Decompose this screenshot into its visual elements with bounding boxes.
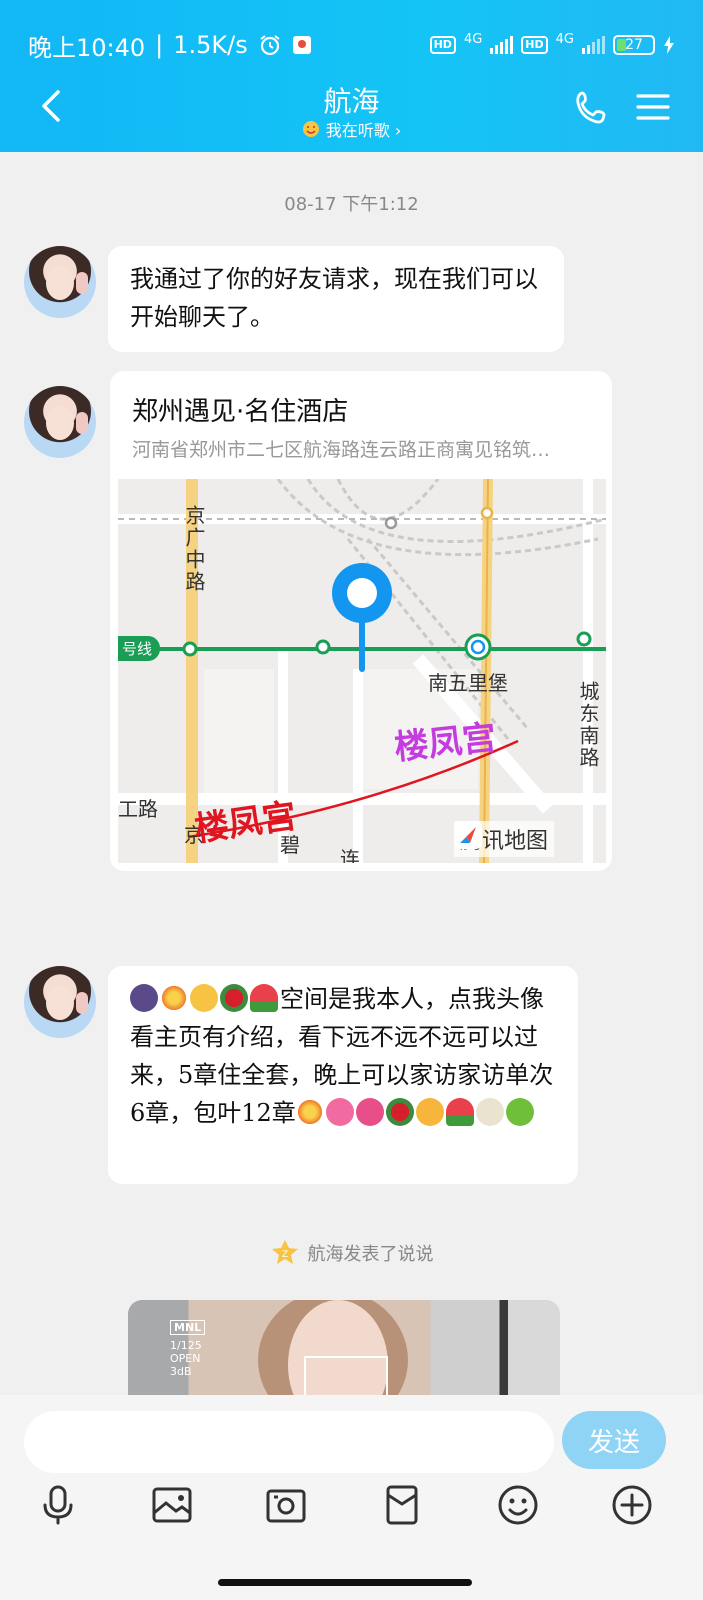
emoji-sun-icon <box>415 1098 444 1126</box>
charging-icon <box>664 36 674 54</box>
avatar[interactable] <box>24 246 96 318</box>
notice-text: 航海发表了说说 <box>307 1244 434 1265</box>
hd-badge: HD <box>429 36 456 54</box>
avatar[interactable] <box>24 966 96 1038</box>
emoji-watermelon-icon <box>445 1098 474 1126</box>
location-address: 河南省郑州市二七区航海路连云路正商寓见铭筑… <box>132 439 551 461</box>
message-timestamp: 08-17 下午1:12 <box>284 194 419 215</box>
qzone-star-icon: Z <box>271 1240 298 1264</box>
tencent-map-icon <box>454 821 482 849</box>
hd-badge: HD <box>521 36 548 54</box>
network-type: 4G <box>463 31 483 47</box>
battery-icon: 27 <box>613 35 655 55</box>
svg-text:Z: Z <box>281 1250 287 1260</box>
music-emoji-icon <box>302 121 319 137</box>
image-icon[interactable] <box>150 1483 194 1527</box>
emoji-heart-icon <box>325 1098 354 1126</box>
menu-icon[interactable] <box>636 92 670 122</box>
red-packet-icon[interactable] <box>380 1483 424 1527</box>
chat-header: 晚上10:40 | 1.5K/s HD 4G HD 4G 27 航海 我在听歌 … <box>0 0 703 152</box>
send-button[interactable]: 发送 <box>562 1411 666 1469</box>
camera-icon[interactable] <box>264 1483 308 1527</box>
avatar[interactable] <box>24 386 96 458</box>
plus-icon[interactable] <box>610 1483 654 1527</box>
emoji-couple-icon <box>130 984 158 1012</box>
location-map[interactable]: 京广中路 南五里堡 城东南路 号线 工路 碧 连 京 楼凤宫 楼凤宫 腾讯地图 <box>118 479 606 863</box>
emoji-firework-icon <box>160 984 188 1012</box>
emoji-icon[interactable] <box>496 1483 540 1527</box>
home-indicator[interactable] <box>218 1579 472 1586</box>
emoji-rose-icon <box>385 1098 414 1126</box>
emoji-face-icon <box>190 984 218 1012</box>
message-bubble[interactable]: 空间是我本人，点我头像看主页有介绍，看下远不远不远可以过来，5章住全套，晚上可以… <box>108 966 578 1184</box>
network-type: 4G <box>555 31 574 47</box>
signal-icon <box>582 36 605 54</box>
input-bar: 发送 <box>0 1395 703 1600</box>
moments-notice[interactable]: Z 航海发表了说说 <box>0 1238 703 1268</box>
message-bubble[interactable]: 我通过了你的好友请求，现在我们可以开始聊天了。 <box>108 246 564 352</box>
alarm-icon <box>260 35 280 56</box>
phone-icon[interactable] <box>572 88 612 128</box>
message-input[interactable] <box>24 1411 554 1473</box>
status-text: 我在听歌 › <box>325 121 402 140</box>
map-label: 连 <box>340 847 360 863</box>
metro-line-badge: 号线 <box>118 636 161 661</box>
map-label: 城东南路 <box>576 681 600 769</box>
map-label: 南五里堡 <box>428 671 508 695</box>
emoji-rose-icon <box>220 984 248 1012</box>
app-notification-icon <box>292 36 311 54</box>
emoji-watermelon-icon <box>250 984 278 1012</box>
map-provider: 腾讯地图 <box>454 821 555 857</box>
network-speed: 1.5K/s <box>173 31 248 59</box>
location-card[interactable]: 郑州遇见·名住酒店 河南省郑州市二七区航海路连云路正商寓见铭筑… 京广中路 南五… <box>110 371 612 871</box>
map-label: 工路 <box>118 797 158 821</box>
camera-osd: MNL 1/125 OPEN 3dB <box>170 1320 206 1378</box>
status-bar: 晚上10:40 | 1.5K/s HD 4G HD 4G 27 <box>28 28 675 62</box>
emoji-person-icon <box>505 1098 534 1126</box>
microphone-icon[interactable] <box>36 1483 80 1527</box>
map-label: 京广中路 <box>182 505 206 593</box>
emoji-gift-heart-icon <box>355 1098 384 1126</box>
status-time: 晚上10:40 <box>28 33 146 62</box>
location-name: 郑州遇见·名住酒店 <box>132 397 349 427</box>
emoji-firework-icon <box>295 1098 324 1126</box>
emoji-bowl-icon <box>475 1098 504 1126</box>
signal-icon <box>490 36 514 54</box>
